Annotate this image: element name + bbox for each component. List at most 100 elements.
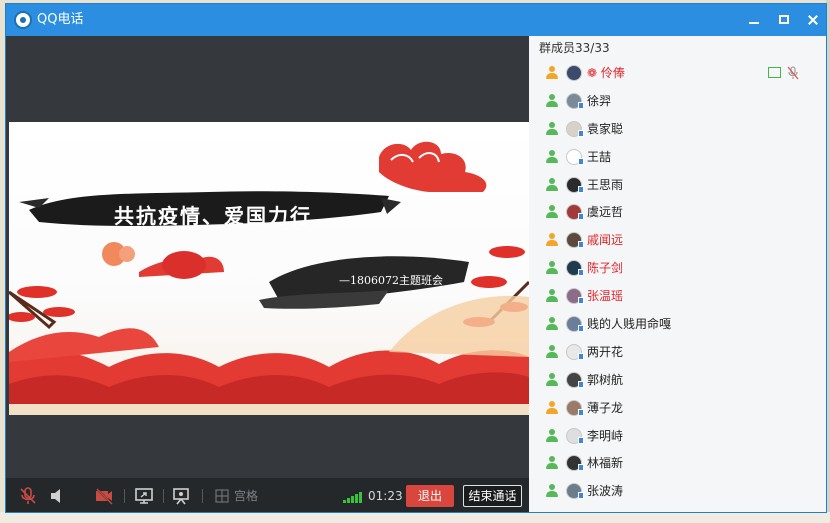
toolbar-divider (202, 489, 203, 503)
member-list[interactable]: ❁ 伶俸徐羿袁家聪王喆王思雨虞远哲戚闻远陈子剑张温瑶贱的人贱用命嘎 两开花郭树航薄… (529, 60, 826, 506)
toolbar-divider (124, 489, 125, 503)
member-count-header: 群成员33/33 (539, 41, 610, 55)
user-status-icon (545, 344, 559, 359)
device-badge-icon (578, 436, 584, 444)
device-badge-icon (578, 492, 584, 500)
member-row[interactable]: 王喆 (529, 144, 826, 172)
user-status-icon (545, 428, 559, 443)
member-name: 袁家聪 (587, 121, 624, 136)
member-row[interactable]: 张波涛 (529, 478, 826, 506)
minimize-button[interactable] (744, 10, 764, 30)
device-badge-icon (578, 213, 584, 221)
maximize-button[interactable] (774, 10, 794, 30)
member-panel: 群成员33/33 ❁ 伶俸徐羿袁家聪王喆王思雨虞远哲戚闻远陈子剑张温瑶贱的人贱用… (529, 36, 826, 512)
member-row[interactable]: 贱的人贱用命嘎 (529, 311, 826, 339)
member-row[interactable]: 郭树航 (529, 367, 826, 395)
member-row[interactable]: 李明峙 (529, 423, 826, 451)
member-name: 陈子剑 (587, 261, 624, 276)
member-name: 虞远哲 (587, 205, 624, 220)
member-name: ❁ 伶俸 (587, 66, 625, 80)
minimize-icon (749, 22, 759, 24)
device-badge-icon (578, 380, 584, 388)
slide-subtitle: —1806072主题班会 (339, 274, 443, 287)
user-status-icon (545, 205, 559, 219)
user-status-icon (545, 400, 559, 415)
user-status-icon (545, 484, 559, 498)
slide-artwork (9, 141, 529, 415)
device-badge-icon (578, 269, 584, 277)
title-bar[interactable]: QQ电话 (6, 4, 826, 36)
close-button[interactable] (803, 10, 823, 30)
end-call-button[interactable]: 结束通话 (463, 485, 522, 507)
user-status-icon (545, 456, 559, 470)
user-status-icon (545, 261, 559, 275)
member-name: 王思雨 (587, 177, 624, 192)
toolbar-divider (163, 489, 164, 503)
member-name: 张温瑶 (587, 289, 624, 304)
speaker-icon (51, 489, 60, 503)
member-row[interactable]: 林福新 (529, 450, 826, 478)
device-badge-icon (578, 157, 584, 165)
member-name: 王喆 (587, 149, 612, 164)
member-name: 两开花 (587, 344, 624, 359)
member-row[interactable]: 张温瑶 (529, 283, 826, 311)
member-name: 徐羿 (587, 93, 612, 108)
member-name: 林福新 (587, 456, 624, 471)
screen-sharing-icon (768, 67, 781, 78)
member-row[interactable]: 戚闻远 (529, 227, 826, 255)
window-title: QQ电话 (37, 12, 84, 27)
demo-button[interactable] (171, 486, 191, 506)
share-screen-button[interactable] (134, 486, 154, 506)
maximize-icon (779, 15, 789, 24)
muted-mic-icon (787, 66, 799, 80)
qq-call-window: QQ电话 共抗疫情、爱国力行 —1806072主题班会 宫格 01:23 退出 … (5, 3, 827, 513)
member-row[interactable]: 虞远哲 (529, 199, 826, 227)
device-badge-icon (578, 241, 584, 249)
video-area[interactable]: 共抗疫情、爱国力行 —1806072主题班会 (6, 36, 529, 478)
device-badge-icon (578, 185, 584, 193)
call-toolbar: 宫格 01:23 退出 结束通话 (6, 478, 529, 512)
device-badge-icon (578, 408, 584, 416)
close-icon (803, 10, 823, 30)
device-badge-icon (578, 129, 584, 137)
share-screen-icon (135, 488, 153, 504)
device-badge-icon (578, 325, 584, 333)
user-status-icon (545, 93, 559, 108)
member-row[interactable]: 袁家聪 (529, 116, 826, 144)
member-row[interactable]: 徐羿 (529, 88, 826, 116)
camera-off-button[interactable] (94, 486, 114, 506)
member-name: 薄子龙 (587, 400, 624, 415)
member-name: 贱的人贱用命嘎 (587, 317, 672, 332)
member-row[interactable]: 薄子龙 (529, 395, 826, 423)
qq-logo-icon (14, 11, 32, 29)
member-name: 戚闻远 (587, 233, 624, 248)
member-row[interactable]: ❁ 伶俸 (529, 60, 826, 88)
member-row[interactable]: 两开花 (529, 339, 826, 367)
grid-view-label[interactable]: 宫格 (234, 489, 258, 503)
user-status-icon (545, 372, 559, 387)
mic-off-icon (20, 487, 36, 504)
member-name: 郭树航 (587, 372, 624, 387)
avatar[interactable] (566, 65, 582, 81)
device-badge-icon (578, 101, 584, 109)
shared-screen-slide: 共抗疫情、爱国力行 —1806072主题班会 (9, 122, 529, 415)
call-timer: 01:23 (368, 489, 403, 503)
device-badge-icon (578, 464, 584, 472)
member-name: 李明峙 (587, 428, 624, 443)
user-status-icon (545, 149, 559, 164)
camera-off-icon (95, 487, 113, 505)
member-row[interactable]: 王思雨 (529, 172, 826, 200)
device-badge-icon (578, 297, 584, 305)
user-status-icon (545, 317, 559, 331)
exit-button[interactable]: 退出 (406, 485, 454, 507)
speaker-button[interactable] (48, 486, 66, 506)
mic-off-button[interactable] (18, 486, 38, 506)
grid-view-button[interactable] (214, 486, 230, 506)
user-status-icon (545, 177, 559, 192)
user-status-icon (545, 66, 559, 80)
user-status-icon (545, 233, 559, 247)
member-row[interactable]: 陈子剑 (529, 255, 826, 283)
signal-strength-icon (343, 491, 363, 503)
grid-icon (215, 489, 229, 503)
member-name: 张波涛 (587, 484, 624, 499)
